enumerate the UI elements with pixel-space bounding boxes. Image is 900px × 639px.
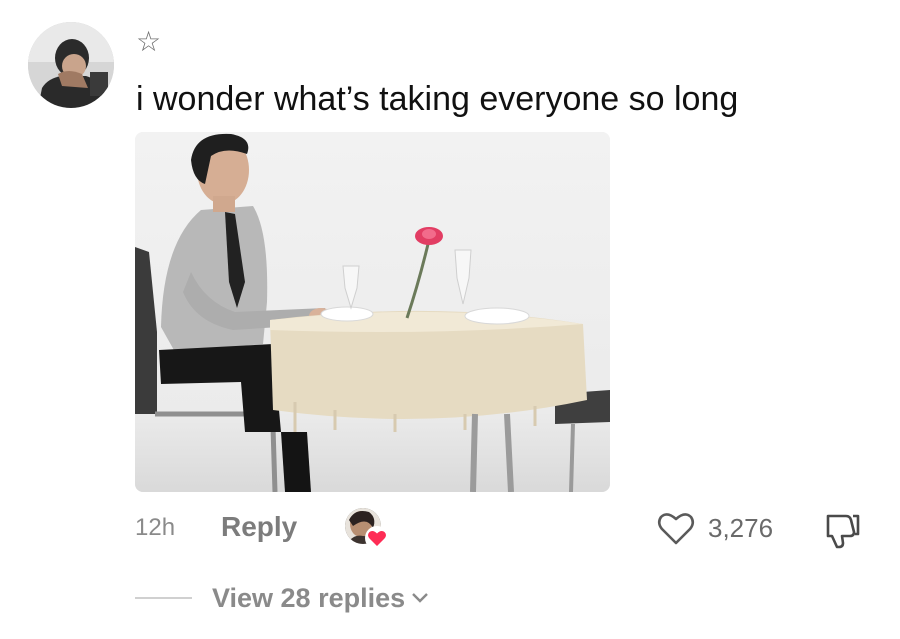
view-replies-label: View 28 replies: [212, 583, 406, 613]
heart-badge-icon: [365, 526, 389, 550]
like-count: 3,276: [708, 513, 774, 543]
commenter-avatar[interactable]: [28, 22, 114, 108]
comment-timestamp: 12h: [135, 514, 176, 541]
comment-text: i wonder what’s taking everyone so long: [136, 80, 739, 118]
dislike-button[interactable]: [820, 510, 862, 550]
comment-image[interactable]: [135, 132, 610, 492]
replies-divider: [135, 597, 192, 599]
star-outline-icon[interactable]: ☆: [136, 28, 161, 56]
dinner-table-photo: [135, 132, 610, 492]
view-replies-button[interactable]: View 28 replies: [212, 580, 429, 616]
chevron-down-icon: [412, 593, 428, 603]
avatar-photo: [28, 22, 114, 108]
thumbs-down-icon: [826, 514, 860, 549]
like-button[interactable]: 3,276: [656, 508, 773, 548]
heart-outline-icon: [657, 513, 695, 545]
liked-by-creator: [345, 508, 391, 550]
reply-button[interactable]: Reply: [221, 510, 297, 544]
